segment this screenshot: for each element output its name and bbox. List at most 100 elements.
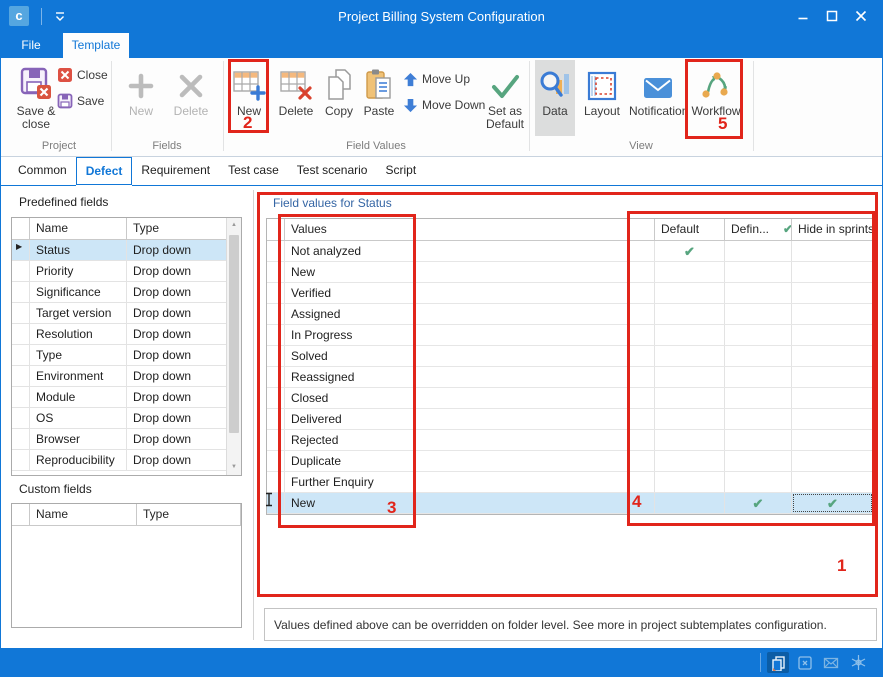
value-row[interactable]: Not analyzed✔ xyxy=(267,241,873,262)
default-cell[interactable]: ✔ xyxy=(655,241,725,261)
column-header-hide-in-sprints[interactable]: Hide in sprints xyxy=(792,219,873,240)
default-cell[interactable] xyxy=(655,367,725,387)
defined-cell[interactable] xyxy=(725,241,792,261)
default-cell[interactable] xyxy=(655,325,725,345)
move-up-button[interactable]: Move Up xyxy=(403,68,470,90)
hide-in-sprints-cell[interactable] xyxy=(792,304,873,324)
predefined-field-row[interactable]: PriorityDrop down xyxy=(12,261,241,282)
default-cell[interactable] xyxy=(655,346,725,366)
hide-in-sprints-cell[interactable] xyxy=(792,283,873,303)
tab-template[interactable]: Template xyxy=(63,33,129,58)
close-project-button[interactable]: Close xyxy=(57,64,108,86)
value-row[interactable]: Delivered xyxy=(267,409,873,430)
default-cell[interactable] xyxy=(655,388,725,408)
hide-in-sprints-cell[interactable] xyxy=(792,451,873,471)
status-envelope-icon[interactable] xyxy=(820,652,842,673)
defined-cell[interactable] xyxy=(725,346,792,366)
value-row[interactable]: Solved xyxy=(267,346,873,367)
close-window-button[interactable] xyxy=(848,4,874,28)
hide-in-sprints-cell[interactable] xyxy=(792,409,873,429)
default-cell[interactable] xyxy=(655,451,725,471)
defined-cell[interactable] xyxy=(725,325,792,345)
value-row[interactable]: Verified xyxy=(267,283,873,304)
default-cell[interactable] xyxy=(655,472,725,492)
column-header-type[interactable]: Type xyxy=(127,218,227,239)
column-header-defined[interactable]: Defin...✔ xyxy=(725,219,792,240)
defined-cell[interactable]: ✔ xyxy=(725,493,792,513)
tab-script[interactable]: Script xyxy=(376,157,425,185)
default-cell[interactable] xyxy=(655,283,725,303)
column-header-default[interactable]: Default xyxy=(655,219,725,240)
delete-value-button[interactable]: Delete xyxy=(273,60,319,136)
hide-in-sprints-cell[interactable] xyxy=(792,325,873,345)
hide-in-sprints-cell[interactable] xyxy=(792,262,873,282)
set-as-default-button[interactable]: Set as Default xyxy=(483,60,527,136)
minimize-button[interactable] xyxy=(790,4,816,28)
default-cell[interactable] xyxy=(655,493,725,513)
value-row[interactable]: Closed xyxy=(267,388,873,409)
predefined-field-row[interactable]: OSDrop down xyxy=(12,408,241,429)
value-row[interactable]: Further Enquiry xyxy=(267,472,873,493)
status-grid-icon[interactable] xyxy=(794,652,816,673)
predefined-field-row[interactable]: ModuleDrop down xyxy=(12,387,241,408)
defined-cell[interactable] xyxy=(725,367,792,387)
predefined-field-row[interactable]: EnvironmentDrop down xyxy=(12,366,241,387)
status-snowflake-icon[interactable] xyxy=(847,652,869,673)
tab-test-scenario[interactable]: Test scenario xyxy=(288,157,377,185)
predefined-field-row[interactable]: BrowserDrop down xyxy=(12,429,241,450)
predefined-field-row[interactable]: SignificanceDrop down xyxy=(12,282,241,303)
value-row[interactable]: In Progress xyxy=(267,325,873,346)
defined-cell[interactable] xyxy=(725,430,792,450)
column-header-type[interactable]: Type xyxy=(137,504,241,525)
defined-cell[interactable] xyxy=(725,409,792,429)
value-row[interactable]: New xyxy=(267,262,873,283)
tab-defect[interactable]: Defect xyxy=(76,157,133,185)
tab-common[interactable]: Common xyxy=(9,157,76,185)
tab-requirement[interactable]: Requirement xyxy=(132,157,219,185)
defined-cell[interactable] xyxy=(725,472,792,492)
column-header-name[interactable]: Name xyxy=(30,504,137,525)
default-cell[interactable] xyxy=(655,409,725,429)
hide-in-sprints-cell[interactable] xyxy=(792,346,873,366)
view-workflow-button[interactable]: Workflow xyxy=(691,60,741,136)
save-button[interactable]: Save xyxy=(57,90,104,112)
value-row[interactable]: Duplicate xyxy=(267,451,873,472)
predefined-field-row[interactable]: ▶StatusDrop down xyxy=(12,240,241,261)
default-cell[interactable] xyxy=(655,262,725,282)
defined-cell[interactable] xyxy=(725,304,792,324)
hide-in-sprints-cell[interactable]: ✔ xyxy=(792,493,873,513)
move-down-button[interactable]: Move Down xyxy=(403,94,485,116)
scroll-down-icon[interactable]: ▼ xyxy=(227,460,241,475)
paste-button[interactable]: Paste xyxy=(359,60,399,136)
tab-file[interactable]: File xyxy=(5,33,57,58)
default-cell[interactable] xyxy=(655,430,725,450)
predefined-field-row[interactable]: TypeDrop down xyxy=(12,345,241,366)
view-data-button[interactable]: Data xyxy=(535,60,575,136)
save-and-close-button[interactable]: Save & close xyxy=(11,60,61,136)
predefined-field-row[interactable]: ReproducibilityDrop down xyxy=(12,450,241,471)
hide-in-sprints-cell[interactable] xyxy=(792,430,873,450)
scroll-up-icon[interactable]: ▲ xyxy=(227,218,241,233)
predefined-field-row[interactable]: Target versionDrop down xyxy=(12,303,241,324)
new-value-button[interactable]: New xyxy=(229,60,269,136)
defined-cell[interactable] xyxy=(725,388,792,408)
view-layout-button[interactable]: Layout xyxy=(579,60,625,136)
value-row[interactable]: Reassigned xyxy=(267,367,873,388)
hide-in-sprints-cell[interactable] xyxy=(792,241,873,261)
column-header-name[interactable]: Name xyxy=(30,218,127,239)
view-notification-button[interactable]: Notification xyxy=(629,60,687,136)
hide-in-sprints-cell[interactable] xyxy=(792,367,873,387)
defined-cell[interactable] xyxy=(725,451,792,471)
defined-cell[interactable] xyxy=(725,262,792,282)
maximize-button[interactable] xyxy=(819,4,845,28)
tab-test-case[interactable]: Test case xyxy=(219,157,288,185)
value-row[interactable]: Assigned xyxy=(267,304,873,325)
default-cell[interactable] xyxy=(655,304,725,324)
predefined-table-scrollbar[interactable]: ▲ ▼ xyxy=(226,218,241,475)
value-row[interactable]: Rejected xyxy=(267,430,873,451)
scrollbar-thumb[interactable] xyxy=(229,235,239,433)
copy-button[interactable]: Copy xyxy=(321,60,357,136)
hide-in-sprints-cell[interactable] xyxy=(792,388,873,408)
predefined-field-row[interactable]: ResolutionDrop down xyxy=(12,324,241,345)
column-header-values[interactable]: Values xyxy=(285,219,655,240)
